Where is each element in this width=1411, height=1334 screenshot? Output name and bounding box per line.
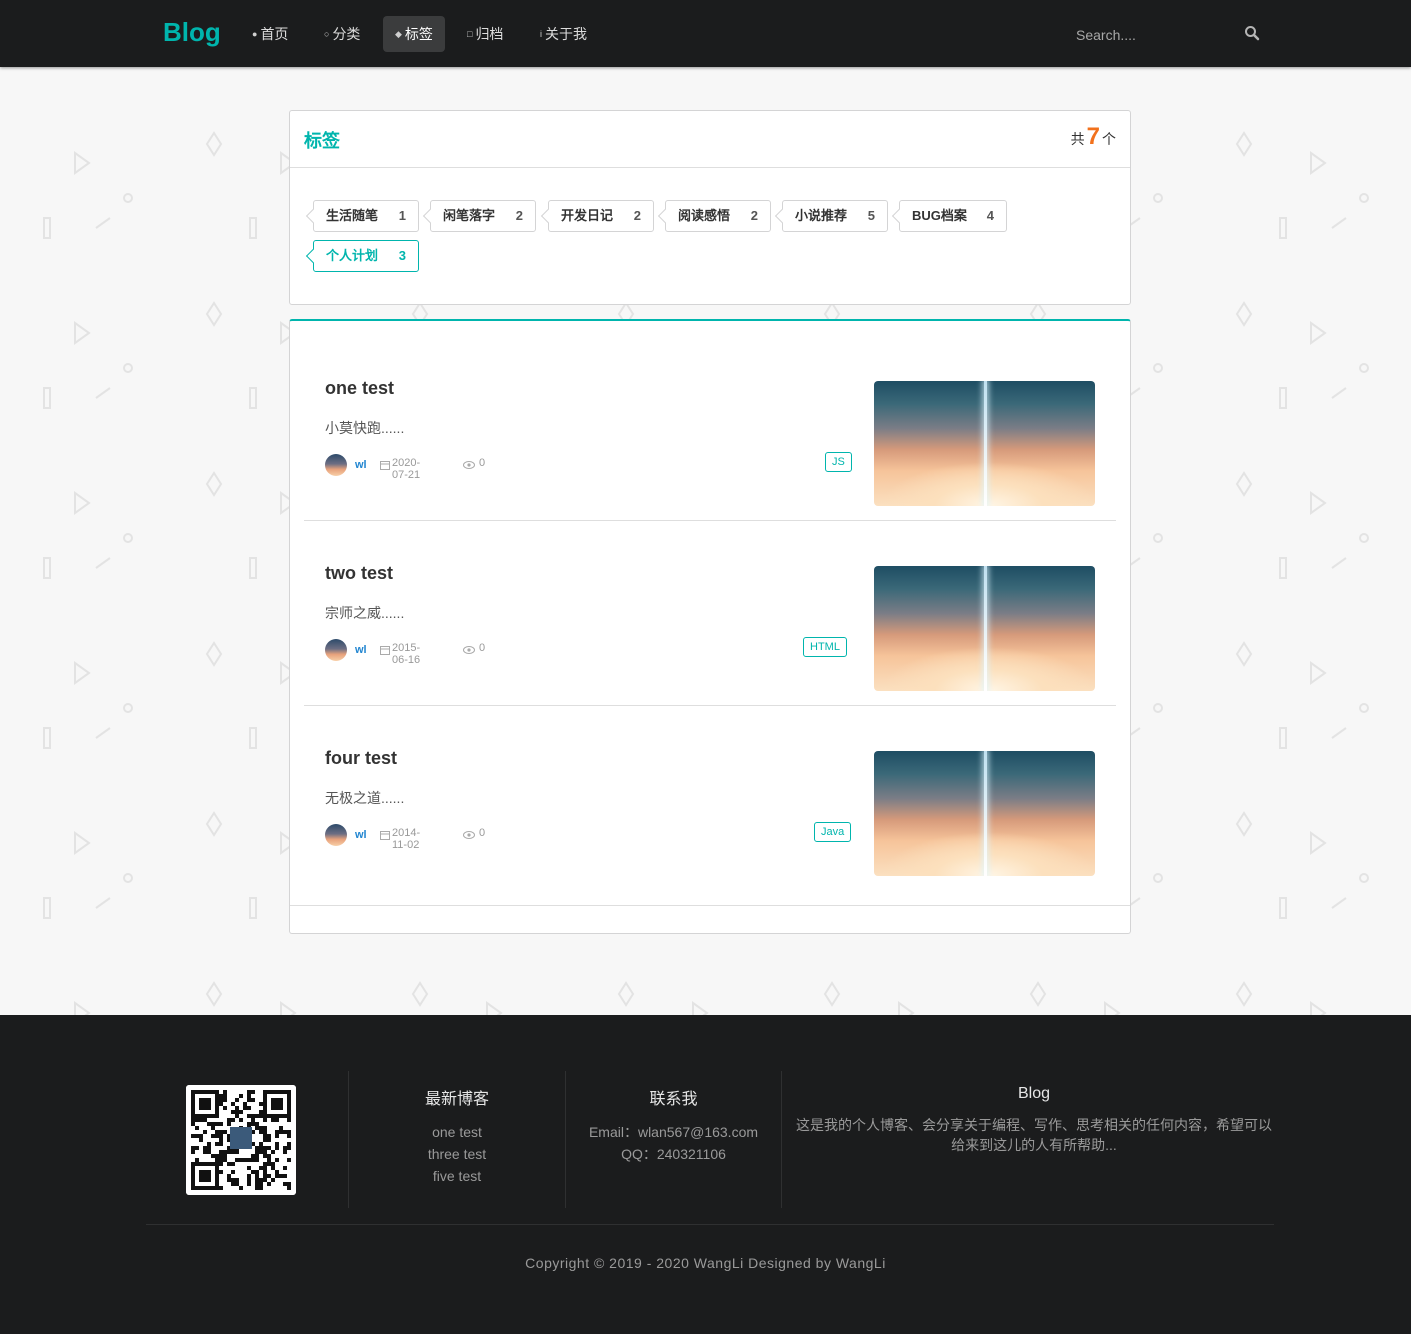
home-icon: ● [252,29,258,39]
post-title[interactable]: four test [325,748,397,769]
tags-count-suffix: 个 [1102,131,1116,147]
tag-item[interactable]: 生活随笔 1 [313,200,419,232]
qr-code [186,1085,296,1195]
nav-item-tags[interactable]: ◆ 标签 [383,16,445,52]
footer-link[interactable]: three test [349,1143,565,1165]
tag-name: 生活随笔 [326,208,379,223]
calendar-icon [380,461,390,470]
search-icon[interactable] [1244,25,1260,41]
post-date: 2020-07-21 [392,457,421,481]
tag-count: 4 [986,208,994,223]
copyright-text: Copyright © 2019 - 2020 WangLi Designed … [525,1255,886,1271]
tag-name: BUG档案 [912,208,967,223]
post-label[interactable]: JS [825,452,852,472]
footer: 最新博客 one test three test five test 联系我 E… [0,1015,1411,1334]
nav-item-about[interactable]: i 关于我 [540,16,587,52]
divider [781,1071,782,1208]
footer-latest-posts: 最新博客 one test three test five test [349,1085,565,1187]
top-navbar: Blog ● 首页 ○ 分类 ◆ 标签 □ 归档 i 关于我 [0,0,1411,67]
tag-count: 1 [398,208,406,223]
nav-item-archive[interactable]: □ 归档 [467,16,503,52]
tag-name: 阅读感悟 [678,208,731,223]
tag-name: 小说推荐 [795,208,848,223]
post-label[interactable]: Java [814,822,852,842]
nav-label: 首页 [260,26,289,42]
brand-logo[interactable]: Blog [163,17,221,48]
contact-qq: QQ：240321106 [621,1146,726,1162]
footer-about-text: 这是我的个人博客、会分享关于编程、写作、思考相关的任何内容，希望可以给来到这儿的… [796,1117,1272,1153]
post-label[interactable]: HTML [803,637,847,657]
tags-count: 共7 个 [1071,123,1116,151]
nav-label: 归档 [475,26,504,42]
post-author[interactable]: wl [355,829,367,841]
footer-about: Blog 这是我的个人博客、会分享关于编程、写作、思考相关的任何内容，希望可以给… [796,1085,1272,1155]
contact-email: Email：wlan567@163.com [588,1124,759,1140]
post-thumbnail[interactable] [874,381,1095,506]
avatar [325,454,347,476]
post-thumbnail[interactable] [874,751,1095,876]
posts-card: one test 小莫快跑...... wl 2020-07-21 0 JS t… [289,319,1131,934]
post-item[interactable]: two test 宗师之威...... wl 2015-06-16 0 HTML [304,521,1116,706]
eye-icon [463,831,475,839]
post-item[interactable]: four test 无极之道...... wl 2014-11-02 0 Jav… [304,706,1116,891]
divider [146,1224,1274,1225]
tag-item[interactable]: 阅读感悟 2 [665,200,771,232]
post-date: 2015-06-16 [392,642,421,666]
info-icon: i [540,29,542,39]
tag-item-active[interactable]: 个人计划 3 [313,240,419,272]
tag-name: 闲笔落字 [443,208,496,223]
footer-heading: Blog [1017,1085,1051,1102]
clone-icon: □ [467,29,473,39]
tag-item[interactable]: 闲笔落字 2 [430,200,536,232]
post-date: 2014-11-02 [392,827,421,851]
nav-label: 标签 [404,26,433,42]
divider [290,905,1130,906]
post-views: 0 [479,457,486,469]
tags-icon: ◆ [395,29,402,39]
tag-count: 5 [867,208,875,223]
eye-icon [463,646,475,654]
tags-card: 标签 共7 个 生活随笔 1 闲笔落字 2 开发日记 2 阅读感悟 2 小说推荐 5 BUG… [289,110,1131,305]
nav-item-home[interactable]: ● 首页 [252,16,288,52]
tag-count: 2 [750,208,758,223]
footer-heading: 联系我 [649,1091,698,1108]
calendar-icon [380,831,390,840]
nav-label: 分类 [332,26,361,42]
post-author[interactable]: wl [355,459,367,471]
calendar-icon [380,646,390,655]
eye-icon [463,461,475,469]
post-excerpt: 小莫快跑...... [325,420,405,436]
tag-item[interactable]: BUG档案 4 [899,200,1007,232]
footer-heading: 最新博客 [424,1091,489,1108]
tag-name: 开发日记 [561,208,614,223]
tag-count: 2 [515,208,523,223]
footer-link[interactable]: five test [349,1165,565,1187]
avatar [325,824,347,846]
tags-title: 标签 [304,131,340,151]
post-thumbnail[interactable] [874,566,1095,691]
post-views: 0 [479,827,486,839]
tag-item[interactable]: 小说推荐 5 [782,200,888,232]
idea-icon: ○ [324,29,330,39]
footer-contact: 联系我 Email：wlan567@163.com QQ：240321106 [566,1085,781,1165]
tag-count: 2 [633,208,641,223]
tags-count-prefix: 共 [1070,131,1085,147]
avatar [325,639,347,661]
nav-label: 关于我 [545,26,587,42]
tag-name: 个人计划 [326,248,379,263]
post-title[interactable]: two test [325,563,393,584]
tag-item[interactable]: 开发日记 2 [548,200,654,232]
post-excerpt: 宗师之威...... [325,605,405,621]
post-author[interactable]: wl [355,644,367,656]
tags-count-number: 7 [1086,123,1100,150]
nav-item-categories[interactable]: ○ 分类 [324,16,360,52]
post-title[interactable]: one test [325,378,394,399]
post-excerpt: 无极之道...... [325,790,405,806]
post-views: 0 [479,642,486,654]
footer-link[interactable]: one test [349,1121,565,1143]
tag-count: 3 [398,248,406,263]
post-item[interactable]: one test 小莫快跑...... wl 2020-07-21 0 JS [304,336,1116,521]
tags-card-header: 标签 共7 个 [290,111,1130,168]
